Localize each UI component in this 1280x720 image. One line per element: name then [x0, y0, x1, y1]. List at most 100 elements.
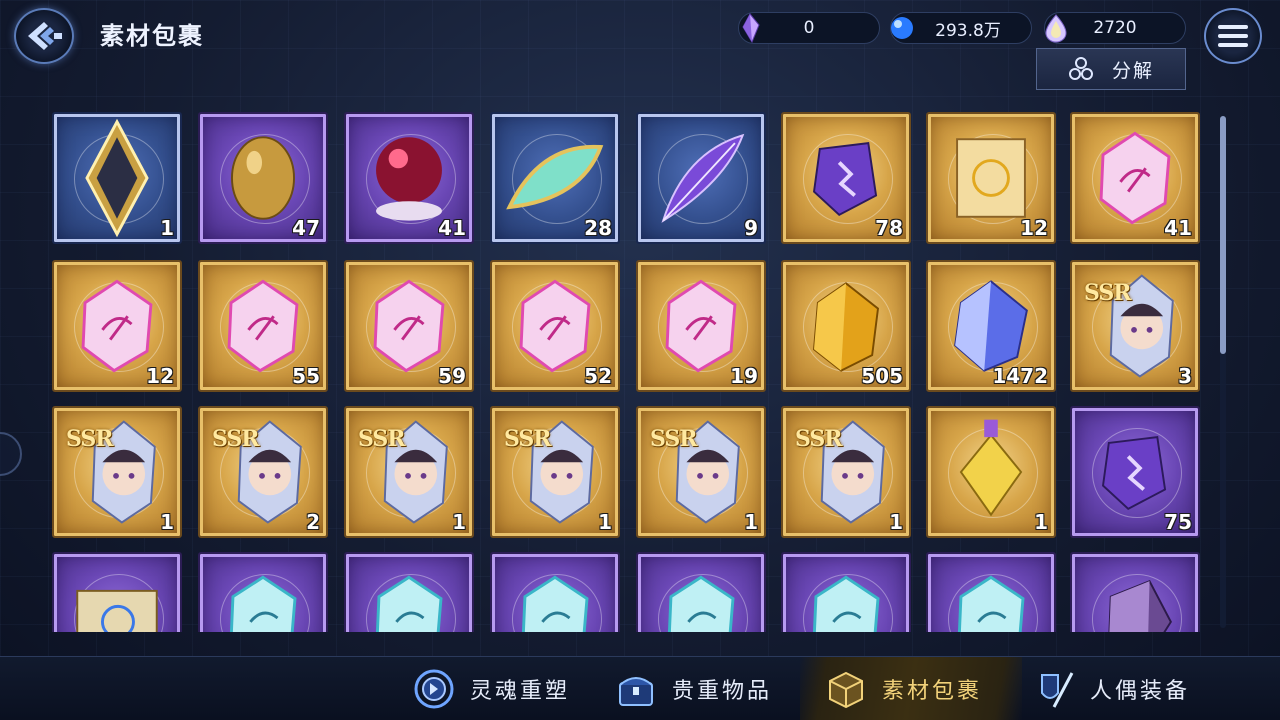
item-slot-pink-rune-crystal[interactable]: 59: [344, 260, 474, 392]
item-slot-ssr-portrait-crystal[interactable]: SSR 1: [344, 406, 474, 538]
currency-orb: 293.8万: [890, 12, 1032, 44]
item-slot-cyan-rune-crystal[interactable]: [198, 552, 328, 632]
back-arrow-icon: [28, 22, 62, 50]
item-slot-jade-leaf[interactable]: 28: [490, 112, 620, 244]
item-slot-cyan-rune-crystal[interactable]: [490, 552, 620, 632]
page-title: 素材包裹: [100, 22, 204, 50]
item-slot-cyan-rune-crystal[interactable]: [344, 552, 474, 632]
tab-label: 灵魂重塑: [470, 679, 571, 704]
item-count: 1: [1034, 510, 1048, 534]
item-count: 9: [744, 216, 758, 240]
item-count: 1472: [992, 364, 1048, 388]
item-slot-ssr-portrait-crystal[interactable]: SSR 2: [198, 406, 328, 538]
item-slot-cyan-rune-crystal[interactable]: [636, 552, 766, 632]
tab-doll-equipment[interactable]: 人偶装备: [1030, 657, 1210, 720]
item-slot-pink-rune-crystal[interactable]: 41: [1070, 112, 1200, 244]
item-slot-blue-scroll[interactable]: [52, 552, 182, 632]
rarity-badge: SSR: [504, 426, 552, 452]
item-slot-mirror-frame[interactable]: 1: [52, 112, 182, 244]
tab-label: 贵重物品: [672, 679, 773, 704]
item-count: 75: [1164, 510, 1192, 534]
item-count: 1: [744, 510, 758, 534]
currency-crystal: 0: [738, 12, 880, 44]
item-slot-golden-potion[interactable]: 1: [926, 406, 1056, 538]
crystal-shard-icon: [733, 11, 767, 45]
item-slot-ssr-portrait-crystal[interactable]: SSR 1: [636, 406, 766, 538]
item-count: 12: [1020, 216, 1048, 240]
menu-button[interactable]: [1204, 8, 1262, 64]
scrollbar-thumb[interactable]: [1220, 116, 1226, 354]
tab-material-bag[interactable]: 素材包裹: [800, 657, 1022, 720]
currency-gem-value: 2720: [1093, 18, 1137, 38]
item-count: 12: [146, 364, 174, 388]
tab-soul-reshape[interactable]: 灵魂重塑: [410, 657, 590, 720]
item-grid[interactable]: 1 47 41 28 9 78 12 41 12 55 59 52 19 505 1472 SSR 3 SSR 1 S…: [52, 110, 1200, 632]
item-slot-pink-rune-crystal[interactable]: 52: [490, 260, 620, 392]
item-slot-pink-rune-crystal[interactable]: 19: [636, 260, 766, 392]
item-count: 505: [861, 364, 903, 388]
item-count: 3: [1178, 364, 1192, 388]
rarity-badge: SSR: [650, 426, 698, 452]
item-slot-blue-crystal[interactable]: 1472: [926, 260, 1056, 392]
item-count: 1: [452, 510, 466, 534]
item-slot-amber-gem[interactable]: 505: [781, 260, 911, 392]
item-slot-cyan-rune-crystal[interactable]: [781, 552, 911, 632]
rarity-badge: SSR: [358, 426, 406, 452]
material-box-icon: [822, 665, 870, 713]
side-pull-handle[interactable]: [0, 432, 22, 476]
item-slot-ssr-portrait-crystal[interactable]: SSR 3: [1070, 260, 1200, 392]
item-slot-purple-rune-stone[interactable]: 75: [1070, 406, 1200, 538]
item-slot-ssr-portrait-crystal[interactable]: SSR 1: [490, 406, 620, 538]
item-count: 28: [584, 216, 612, 240]
doll-equipment-icon: [1030, 665, 1078, 713]
item-count: 78: [875, 216, 903, 240]
blue-scroll-icon: [76, 589, 158, 632]
cyan-rune-crystal-icon: [957, 575, 1025, 632]
item-slot-ssr-portrait-crystal[interactable]: SSR 1: [52, 406, 182, 538]
item-count: 1: [889, 510, 903, 534]
bottom-tab-bar: 灵魂重塑 贵重物品 素材包裹 人偶装备: [0, 656, 1280, 720]
item-slot-purple-rune-stone[interactable]: 78: [781, 112, 911, 244]
rarity-badge: SSR: [212, 426, 260, 452]
tab-valuables[interactable]: 贵重物品: [612, 657, 792, 720]
item-count: 52: [584, 364, 612, 388]
currency-gem: 2720: [1044, 12, 1186, 44]
soul-reshape-icon: [410, 665, 458, 713]
item-count: 41: [438, 216, 466, 240]
gem-drop-icon: [1039, 11, 1073, 45]
cyan-rune-crystal-icon: [812, 575, 880, 632]
item-slot-crimson-orb[interactable]: 41: [344, 112, 474, 244]
item-count: 55: [292, 364, 320, 388]
cyan-rune-crystal-icon: [667, 575, 735, 632]
cyan-rune-crystal-icon: [521, 575, 589, 632]
tab-label: 人偶装备: [1090, 679, 1191, 704]
item-count: 59: [438, 364, 466, 388]
tab-label: 素材包裹: [882, 679, 983, 704]
rarity-badge: SSR: [1084, 280, 1132, 306]
item-count: 47: [292, 216, 320, 240]
item-count: 1: [160, 216, 174, 240]
back-button[interactable]: [14, 8, 74, 64]
hamburger-menu-icon: [1218, 25, 1248, 47]
decompose-label: 分解: [1111, 59, 1154, 82]
rarity-badge: SSR: [66, 426, 114, 452]
blue-orb-icon: [885, 11, 919, 45]
item-count: 19: [730, 364, 758, 388]
cyan-rune-crystal-icon: [375, 575, 443, 632]
violet-ore-icon: [1108, 579, 1172, 632]
item-slot-violet-quill[interactable]: 9: [636, 112, 766, 244]
scrollbar[interactable]: [1220, 116, 1226, 628]
item-slot-ssr-portrait-crystal[interactable]: SSR 1: [781, 406, 911, 538]
currency-orb-value: 293.8万: [935, 20, 1001, 41]
cyan-rune-crystal-icon: [229, 575, 297, 632]
rarity-badge: SSR: [795, 426, 843, 452]
item-slot-cyan-rune-crystal[interactable]: [926, 552, 1056, 632]
item-slot-pink-rune-crystal[interactable]: 55: [198, 260, 328, 392]
item-slot-violet-ore[interactable]: [1070, 552, 1200, 632]
item-slot-golden-egg[interactable]: 47: [198, 112, 328, 244]
item-count: 2: [306, 510, 320, 534]
decompose-button[interactable]: 分解: [1036, 48, 1186, 90]
item-slot-golden-scroll[interactable]: 12: [926, 112, 1056, 244]
item-count: 1: [160, 510, 174, 534]
item-slot-pink-rune-crystal[interactable]: 12: [52, 260, 182, 392]
